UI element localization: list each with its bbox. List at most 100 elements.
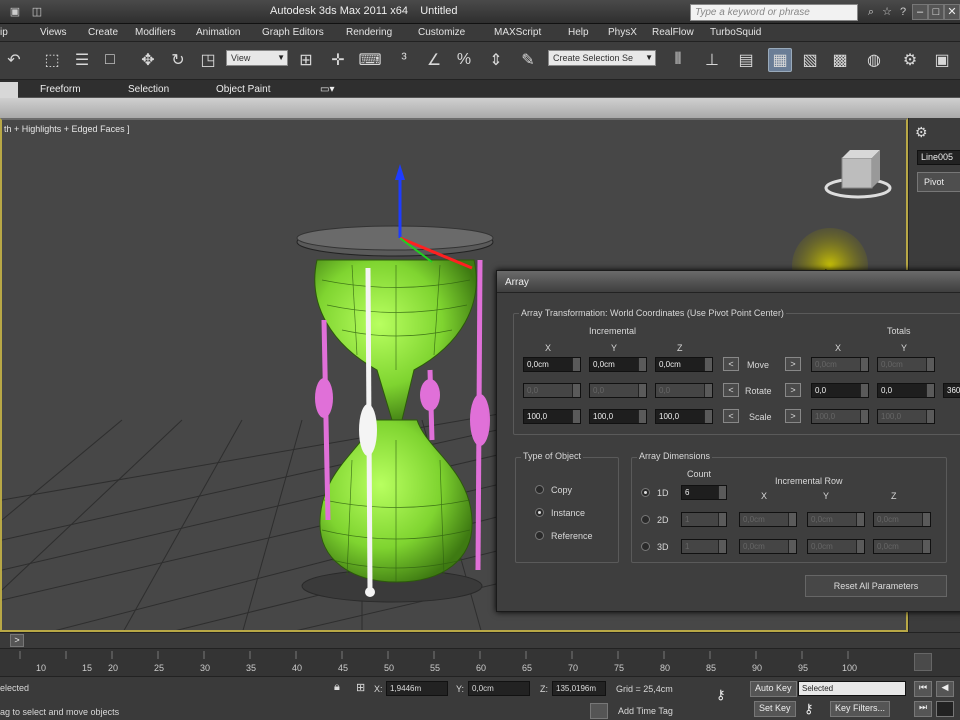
- go-to-start-icon[interactable]: ⏮: [914, 681, 932, 697]
- rotate-icon[interactable]: ↻: [166, 48, 190, 72]
- row2d-x-field[interactable]: 0,0cm: [739, 512, 797, 527]
- count-1d-field[interactable]: 6: [681, 485, 727, 500]
- spinner-snap-icon[interactable]: ⇕: [484, 48, 508, 72]
- move-right-arrow-button[interactable]: >: [785, 357, 801, 371]
- radio-copy-label[interactable]: Copy: [551, 485, 572, 495]
- close-button[interactable]: ✕: [944, 4, 960, 20]
- mirror-icon[interactable]: ⫴: [666, 48, 690, 72]
- scale-x-totals[interactable]: 100,0: [811, 409, 869, 424]
- menu-item-animation[interactable]: Animation: [196, 27, 240, 38]
- rect-selection-icon[interactable]: □: [98, 48, 122, 72]
- tab-freeform[interactable]: Freeform: [40, 84, 81, 95]
- radio-instance[interactable]: [535, 508, 544, 517]
- move-x-totals[interactable]: 0,0cm: [811, 357, 869, 372]
- search-input[interactable]: Type a keyword or phrase: [690, 4, 858, 21]
- pivot-button[interactable]: Pivot: [917, 172, 960, 192]
- radio-reference-label[interactable]: Reference: [551, 531, 593, 541]
- named-selection-dropdown[interactable]: Create Selection Se: [548, 50, 656, 66]
- binoculars-icon[interactable]: ⌕: [864, 5, 878, 19]
- ribbon-options-icon[interactable]: ▭▾: [320, 84, 334, 95]
- menu-item-graph-editors[interactable]: Graph Editors: [262, 27, 324, 38]
- menu-item-views[interactable]: Views: [40, 27, 67, 38]
- move-y-incremental[interactable]: 0,0cm: [589, 357, 647, 372]
- tab-object-paint[interactable]: Object Paint: [216, 84, 270, 95]
- menu-item-realflow[interactable]: RealFlow: [652, 27, 694, 38]
- tab-modeling[interactable]: [0, 82, 18, 98]
- row2d-y-field[interactable]: 0,0cm: [807, 512, 865, 527]
- move-x-incremental[interactable]: 0,0cm: [523, 357, 581, 372]
- key-mode-icon[interactable]: ⚷: [716, 687, 742, 703]
- edit-named-selection-icon[interactable]: ✎: [516, 48, 540, 72]
- rotate-y-totals[interactable]: 0,0: [877, 383, 935, 398]
- render-setup-icon[interactable]: ⚙: [898, 48, 922, 72]
- radio-2d-label[interactable]: 2D: [657, 515, 669, 525]
- x-coord-field[interactable]: 1,9446m: [386, 681, 448, 696]
- schematic-view-icon[interactable]: ▩: [828, 48, 852, 72]
- menu-item-turbosquid[interactable]: TurboSquid: [710, 27, 761, 38]
- set-key-button[interactable]: Set Key: [754, 701, 796, 717]
- rotate-z-incremental[interactable]: 0,0: [655, 383, 713, 398]
- angle-snap-icon[interactable]: ∠: [422, 48, 446, 72]
- z-coord-field[interactable]: 135,0196m: [552, 681, 606, 696]
- viewcube-icon[interactable]: [824, 150, 892, 199]
- minimize-button[interactable]: –: [912, 4, 928, 20]
- object-name-field[interactable]: Line005: [917, 150, 960, 165]
- menu-item-rendering[interactable]: Rendering: [346, 27, 392, 38]
- material-editor-icon[interactable]: ◍: [862, 48, 886, 72]
- time-tag-icon[interactable]: [590, 703, 608, 719]
- reset-all-parameters-button[interactable]: Reset All Parameters: [805, 575, 947, 597]
- scale-icon[interactable]: ◳: [196, 48, 220, 72]
- scale-right-arrow-button[interactable]: >: [785, 409, 801, 423]
- rotate-left-arrow-button[interactable]: <: [723, 383, 739, 397]
- count-2d-field[interactable]: 1: [681, 512, 727, 527]
- quick-access-icon[interactable]: ◫: [30, 5, 44, 19]
- menu-item-modifiers[interactable]: Modifiers: [135, 27, 176, 38]
- undo-icon[interactable]: ↶: [2, 48, 26, 72]
- render-frame-icon[interactable]: ▣: [930, 48, 954, 72]
- radio-reference[interactable]: [535, 531, 544, 540]
- move-y-totals[interactable]: 0,0cm: [877, 357, 935, 372]
- layer-manager-icon[interactable]: ▤: [734, 48, 758, 72]
- set-key-icon[interactable]: ⚷: [804, 701, 826, 719]
- scale-y-incremental[interactable]: 100,0: [589, 409, 647, 424]
- trackbar[interactable]: 10 15 20 25 30 35 40 45 50 55 60 65 70 7…: [0, 648, 960, 676]
- select-by-name-icon[interactable]: ☰: [70, 48, 94, 72]
- menu-item-maxscript[interactable]: MAXScript: [494, 27, 541, 38]
- lock-selection-icon[interactable]: 🔒︎: [334, 681, 348, 695]
- help-icon[interactable]: ?: [896, 5, 910, 19]
- key-set-dropdown[interactable]: Selected: [798, 681, 906, 696]
- move-left-arrow-button[interactable]: <: [723, 357, 739, 371]
- align-icon[interactable]: ⊥: [700, 48, 724, 72]
- curve-editor-icon[interactable]: ▧: [798, 48, 822, 72]
- key-filters-button[interactable]: Key Filters...: [830, 701, 891, 717]
- time-slider-handle[interactable]: >: [10, 634, 24, 647]
- pivot-center-icon[interactable]: ⊞: [294, 48, 318, 72]
- rotate-x-incremental[interactable]: 0,0: [523, 383, 581, 398]
- rotate-y-incremental[interactable]: 0,0: [589, 383, 647, 398]
- menu-item-customize[interactable]: Customize: [418, 27, 465, 38]
- row3d-z-field[interactable]: 0,0cm: [873, 539, 931, 554]
- radio-2d[interactable]: [641, 515, 650, 524]
- previous-frame-icon[interactable]: ◀: [936, 681, 954, 697]
- mini-curve-editor-icon[interactable]: [914, 653, 932, 671]
- current-frame-field[interactable]: [936, 701, 954, 717]
- keyboard-shortcut-icon[interactable]: ⌨: [358, 48, 382, 72]
- maximize-button[interactable]: □: [928, 4, 944, 20]
- rotate-z-totals[interactable]: 360: [943, 383, 960, 398]
- add-time-tag[interactable]: Add Time Tag: [618, 706, 673, 716]
- hourglass-top-bulb[interactable]: [314, 259, 477, 421]
- auto-key-button[interactable]: Auto Key: [750, 681, 797, 697]
- tab-selection[interactable]: Selection: [128, 84, 169, 95]
- y-coord-field[interactable]: 0,0cm: [468, 681, 530, 696]
- row2d-z-field[interactable]: 0,0cm: [873, 512, 931, 527]
- menu-item-help[interactable]: Help: [568, 27, 589, 38]
- key-mode-toggle-icon[interactable]: ⏭: [914, 701, 932, 717]
- move-z-incremental[interactable]: 0,0cm: [655, 357, 713, 372]
- absolute-mode-icon[interactable]: ⊞: [356, 681, 370, 695]
- count-3d-field[interactable]: 1: [681, 539, 727, 554]
- scale-left-arrow-button[interactable]: <: [723, 409, 739, 423]
- percent-snap-icon[interactable]: %: [452, 48, 476, 72]
- move-icon[interactable]: ✥: [136, 48, 160, 72]
- radio-3d-label[interactable]: 3D: [657, 542, 669, 552]
- hierarchy-tab-icon[interactable]: ⚙: [915, 124, 933, 142]
